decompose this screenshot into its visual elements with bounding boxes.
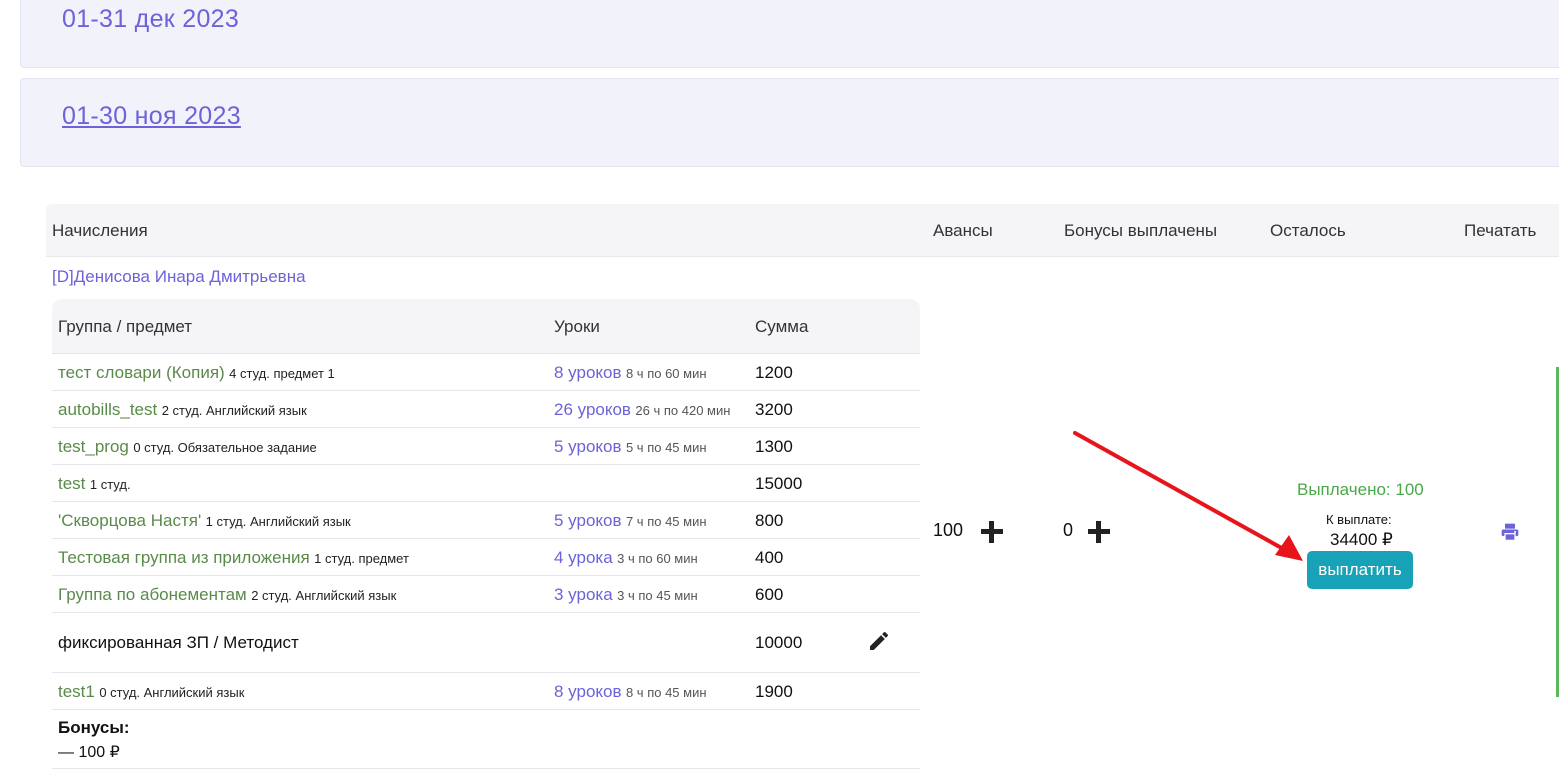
table-row: тест словари (Копия) 4 студ. предмет 1 8… [52, 354, 920, 391]
group-link[interactable]: 'Скворцова Настя' [58, 511, 201, 530]
bonuses-line: — 100 ₽ [58, 744, 120, 761]
group-link[interactable]: test [58, 474, 85, 493]
lessons-link[interactable]: 26 уроков [554, 400, 631, 419]
header-print: Печатать [1464, 221, 1537, 240]
fixed-salary-row: фиксированная ЗП / Методист 10000 [52, 613, 920, 673]
group-link[interactable]: test1 [58, 682, 95, 701]
bonuses-title: Бонусы: [58, 718, 130, 737]
period-card-dec[interactable]: 01-31 дек 2023 [20, 0, 1559, 68]
row-sum: 1200 [755, 363, 793, 382]
lessons-meta: 3 ч по 45 мин [617, 588, 698, 603]
group-link[interactable]: Группа по абонементам [58, 585, 247, 604]
lessons-link[interactable]: 5 уроков [554, 437, 622, 456]
lessons-link[interactable]: 3 урока [554, 585, 613, 604]
salary-table-header: Начисления Авансы Бонусы выплачены Остал… [46, 204, 1559, 257]
row-sum: 800 [755, 511, 784, 530]
lessons-meta: 7 ч по 45 мин [625, 514, 707, 529]
group-meta: 2 студ. Английский язык [161, 403, 307, 418]
row-sum: 1300 [755, 437, 793, 456]
table-row: Группа по абонементам 2 студ. Английский… [52, 576, 920, 613]
lessons-meta: 3 ч по 60 мин [617, 551, 698, 566]
paid-amount: Выплачено: 100 [1297, 480, 1424, 499]
bonuses-block: Бонусы: — 100 ₽ [52, 710, 920, 769]
row-sum: 400 [755, 548, 784, 567]
table-row: autobills_test 2 студ. Английский язык 2… [52, 391, 920, 428]
to-pay-label: К выплате: [1326, 512, 1392, 527]
lessons-meta: 5 ч по 45 мин [625, 440, 707, 455]
row-sum: 15000 [755, 474, 803, 493]
header-lessons: Уроки [554, 317, 600, 336]
accruals-table-header: Группа / предмет Уроки Сумма [52, 299, 920, 354]
header-bonuses-paid: Бонусы выплачены [1064, 221, 1218, 240]
header-accruals: Начисления [52, 221, 148, 240]
table-row: Тестовая группа из приложения 1 студ. пр… [52, 539, 920, 576]
accruals-table: Группа / предмет Уроки Сумма тест словар… [52, 299, 920, 769]
lessons-meta: 8 ч по 45 мин [625, 685, 707, 700]
fixed-salary-label: фиксированная ЗП / Методист [58, 633, 299, 652]
header-group: Группа / предмет [58, 317, 193, 336]
teacher-name-link[interactable]: [D]Денисова Инара Дмитрьевна [52, 267, 306, 287]
group-meta: 1 студ. Английский язык [205, 514, 351, 529]
row-sum: 3200 [755, 400, 793, 419]
lessons-link[interactable]: 5 уроков [554, 511, 622, 530]
lessons-link[interactable]: 8 уроков [554, 682, 622, 701]
period-card-nov: 01-30 ноя 2023 [20, 78, 1559, 167]
lessons-link[interactable]: 4 урока [554, 548, 613, 567]
table-row: test_prog 0 студ. Обязательное задание 5… [52, 428, 920, 465]
header-remaining: Осталось [1270, 221, 1346, 240]
period-title[interactable]: 01-31 дек 2023 [62, 5, 239, 34]
group-meta: 2 студ. Английский язык [251, 588, 397, 603]
table-row: test 1 студ. 15000 [52, 465, 920, 502]
annotation-arrow [1073, 431, 1303, 561]
table-row: test1 0 студ. Английский язык 8 уроков 8… [52, 673, 920, 710]
lessons-meta: 26 ч по 420 мин [635, 403, 731, 418]
header-advances: Авансы [933, 221, 993, 240]
row-sum: 600 [755, 585, 784, 604]
pencil-icon[interactable] [867, 629, 891, 653]
group-meta: 0 студ. Обязательное задание [133, 440, 317, 455]
advances-value: 100 [933, 520, 964, 540]
header-sum: Сумма [755, 317, 809, 336]
period-title-link[interactable]: 01-30 ноя 2023 [62, 102, 241, 131]
to-pay-amount: 34400 ₽ [1330, 530, 1393, 549]
group-meta: 4 студ. предмет 1 [229, 366, 335, 381]
pay-button[interactable]: выплатить [1307, 551, 1413, 589]
group-meta: 1 студ. предмет [314, 551, 409, 566]
group-link[interactable]: autobills_test [58, 400, 157, 419]
lessons-meta: 8 ч по 60 мин [625, 366, 707, 381]
table-row: 'Скворцова Настя' 1 студ. Английский язы… [52, 502, 920, 539]
row-sum: 1900 [755, 682, 793, 701]
add-advance-plus-icon[interactable] [981, 521, 1003, 543]
printer-icon[interactable] [1500, 522, 1520, 542]
lessons-link[interactable]: 8 уроков [554, 363, 622, 382]
group-link[interactable]: тест словари (Копия) [58, 363, 225, 382]
group-link[interactable]: test_prog [58, 437, 129, 456]
fixed-salary-sum: 10000 [755, 633, 803, 652]
group-meta: 0 студ. Английский язык [99, 685, 245, 700]
group-link[interactable]: Тестовая группа из приложения [58, 548, 310, 567]
group-meta: 1 студ. [89, 477, 131, 492]
